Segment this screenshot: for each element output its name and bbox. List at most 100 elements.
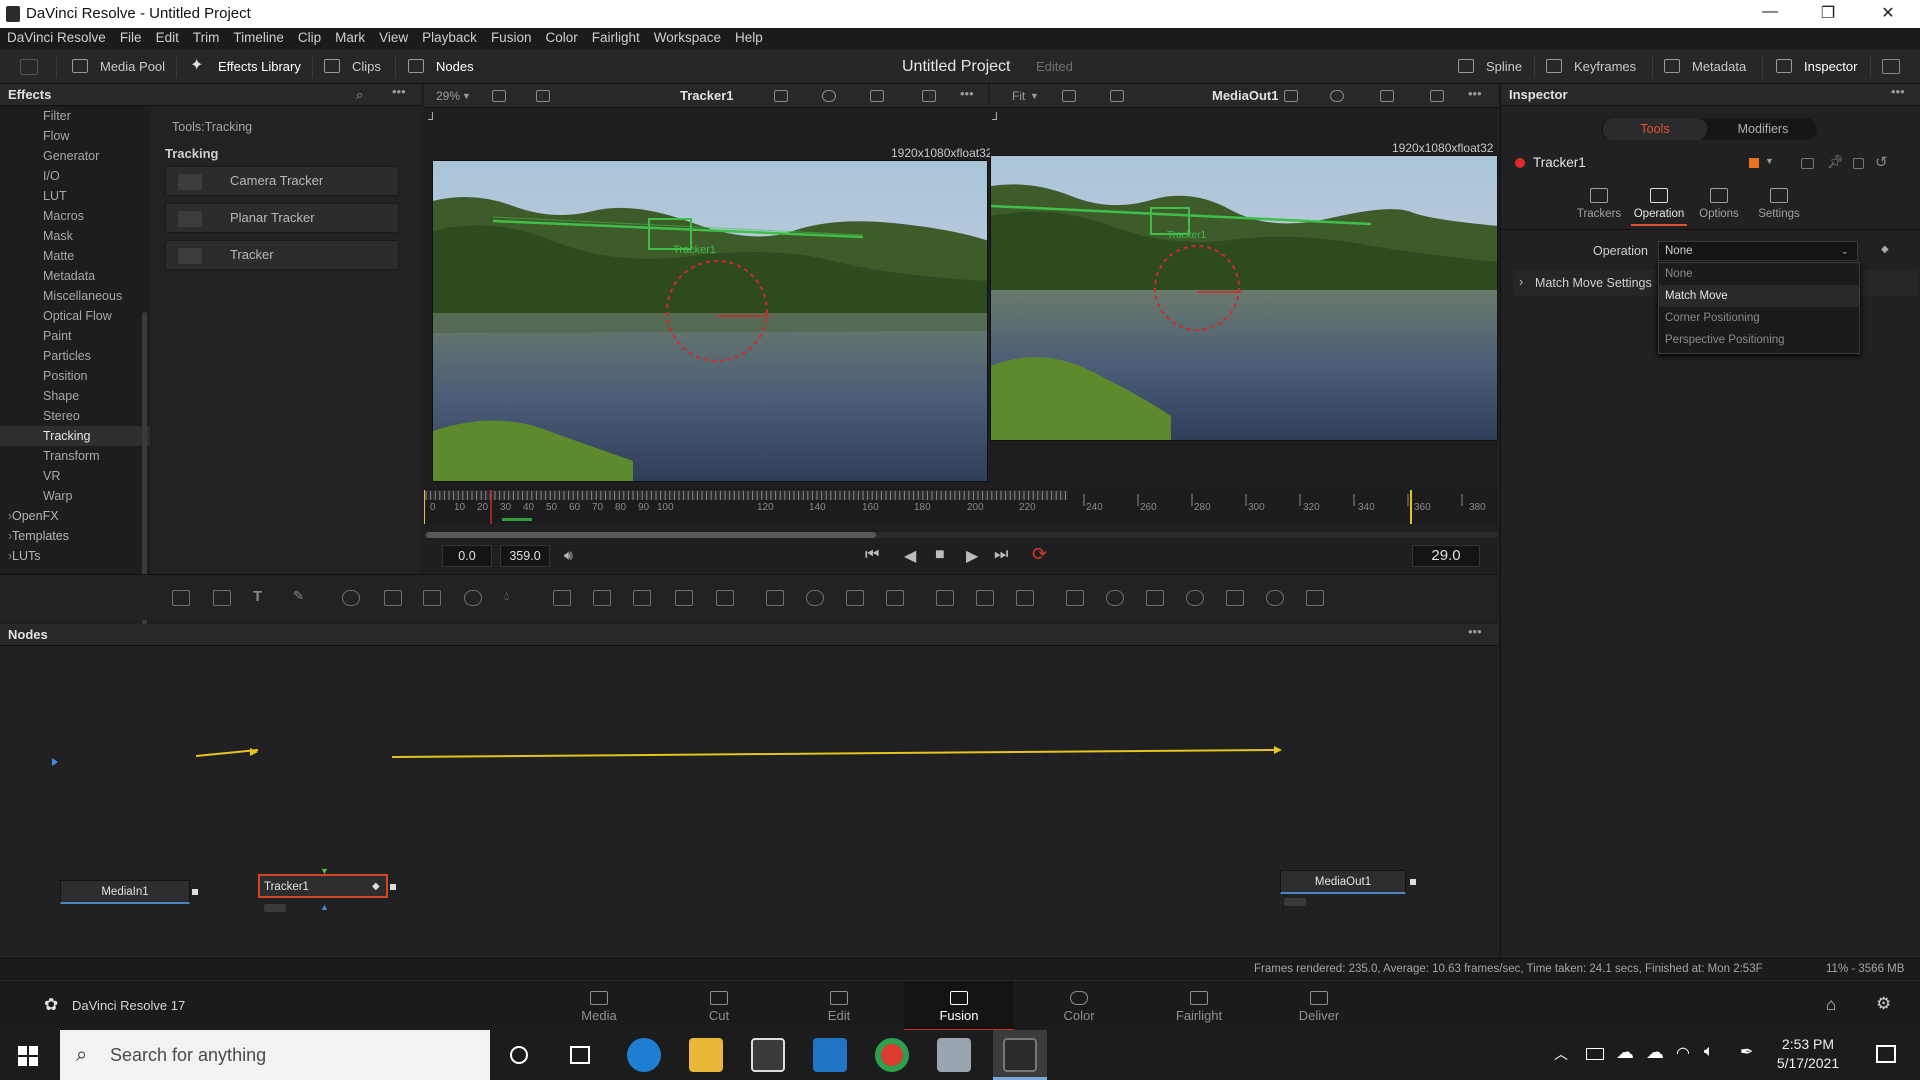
- pen-icon[interactable]: ✒: [1740, 1042, 1753, 1062]
- subtab-operation[interactable]: Operation: [1631, 188, 1687, 226]
- node-tracker[interactable]: Tracker1 ◆: [258, 874, 388, 898]
- category-io[interactable]: I/O: [0, 166, 150, 186]
- pin-icon[interactable]: 📌︎: [1827, 154, 1844, 170]
- versions-icon[interactable]: [1801, 158, 1814, 169]
- app-icon[interactable]: [937, 1038, 971, 1072]
- drop-icon[interactable]: 💧︎: [504, 588, 522, 604]
- ellipse-mask-icon[interactable]: [806, 590, 824, 606]
- particle-style-icon[interactable]: [1016, 590, 1034, 606]
- menu-davinci[interactable]: DaVinci Resolve: [0, 28, 113, 45]
- category-miscellaneous[interactable]: Miscellaneous: [0, 286, 150, 306]
- wifi-icon[interactable]: ◠: [1676, 1043, 1690, 1063]
- tool-tracker[interactable]: Tracker: [165, 240, 399, 270]
- more-options-icon[interactable]: •••: [1891, 81, 1905, 103]
- render-3d-icon[interactable]: [1266, 590, 1284, 606]
- page-cut[interactable]: Cut: [664, 981, 774, 1031]
- close-icon[interactable]: ✕: [1868, 3, 1908, 23]
- text-3d-icon[interactable]: [1146, 590, 1164, 606]
- brightness-icon[interactable]: [464, 590, 482, 606]
- roi-icon[interactable]: [774, 90, 788, 102]
- menu-playback[interactable]: Playback: [415, 28, 484, 45]
- page-deliver[interactable]: Deliver: [1264, 981, 1374, 1031]
- category-generator[interactable]: Generator: [0, 146, 150, 166]
- menu-color[interactable]: Color: [538, 28, 584, 45]
- taskbar-clock[interactable]: 2:53 PM 5/17/2021: [1768, 1036, 1848, 1071]
- file-explorer-icon[interactable]: [689, 1038, 723, 1072]
- roi-icon[interactable]: [1284, 90, 1298, 102]
- camera-3d-icon[interactable]: [1106, 590, 1124, 606]
- menu-help[interactable]: Help: [728, 28, 770, 45]
- scrollbar-thumb[interactable]: [426, 532, 876, 538]
- chevron-down-icon[interactable]: ▼: [1765, 156, 1774, 166]
- start-frame-field[interactable]: 0.0: [442, 545, 492, 567]
- color-corrector-icon[interactable]: [423, 590, 441, 606]
- page-fairlight[interactable]: Fairlight: [1144, 981, 1254, 1031]
- rectangle-mask-icon[interactable]: [766, 590, 784, 606]
- effects-library-button[interactable]: ✦ Effects Library: [184, 50, 301, 84]
- particle-emitter-icon[interactable]: [936, 590, 954, 606]
- grid-icon[interactable]: [870, 90, 884, 102]
- task-view-icon[interactable]: [570, 1046, 590, 1064]
- mask-input-icon[interactable]: ▼: [320, 866, 329, 876]
- menu-file[interactable]: File: [113, 28, 149, 45]
- layout-icon[interactable]: [1062, 90, 1076, 102]
- chevron-down-icon[interactable]: ▼: [462, 91, 471, 101]
- home-icon[interactable]: ⌂: [1826, 995, 1836, 1015]
- polygon-mask-icon[interactable]: [846, 590, 864, 606]
- category-position[interactable]: Position: [0, 366, 150, 386]
- view-icon[interactable]: [1110, 90, 1124, 102]
- category-transform[interactable]: Transform: [0, 446, 150, 466]
- guides-icon[interactable]: [922, 90, 936, 102]
- node-enable-dot[interactable]: [1515, 158, 1525, 168]
- node-color-swatch[interactable]: [1749, 158, 1759, 168]
- menu-clip[interactable]: Clip: [291, 28, 328, 45]
- menu-timeline[interactable]: Timeline: [226, 28, 291, 45]
- category-paint[interactable]: Paint: [0, 326, 150, 346]
- edge-icon[interactable]: [627, 1038, 661, 1072]
- tool-camera-tracker[interactable]: Camera Tracker: [165, 166, 399, 196]
- timeline-scrollbar[interactable]: [424, 532, 1498, 542]
- cloud-upload-icon[interactable]: ☁: [1616, 1042, 1634, 1063]
- page-color[interactable]: Color: [1024, 981, 1134, 1031]
- paint-icon[interactable]: ✎: [293, 588, 311, 604]
- page-fusion[interactable]: Fusion: [904, 981, 1014, 1031]
- viewer-right[interactable]: ┘ 1920x1080xfloat32 Tracker1: [990, 108, 1498, 488]
- subtab-trackers[interactable]: Trackers: [1571, 188, 1627, 220]
- matte-control-icon[interactable]: [633, 590, 651, 606]
- color-icon[interactable]: [1330, 90, 1344, 102]
- view-icon[interactable]: [536, 90, 550, 102]
- chevron-down-icon[interactable]: ▼: [1030, 91, 1039, 101]
- metadata-button[interactable]: Metadata: [1658, 50, 1746, 84]
- viewer-left[interactable]: ┘ 1920x1080xfloat32 Tracker1: [424, 108, 992, 488]
- renderer-icon[interactable]: [1306, 590, 1324, 606]
- cortana-icon[interactable]: [510, 1046, 528, 1064]
- fullscreen-icon[interactable]: [1882, 59, 1900, 74]
- particles-icon[interactable]: [342, 590, 360, 606]
- menu-mark[interactable]: Mark: [328, 28, 372, 45]
- minimize-icon[interactable]: —: [1750, 3, 1790, 21]
- go-to-end-icon[interactable]: ⏭︎: [994, 546, 1008, 564]
- timeline-ruler[interactable]: 0 10 20 30 40 50 60 70 80 90 100 120 140…: [424, 488, 1498, 524]
- menu-view[interactable]: View: [372, 28, 415, 45]
- category-macros[interactable]: Macros: [0, 206, 150, 226]
- group-templates[interactable]: Templates: [0, 526, 150, 546]
- guides-icon[interactable]: [1430, 90, 1444, 102]
- restore-icon[interactable]: ❐: [1808, 3, 1848, 23]
- nodes-button[interactable]: Nodes: [402, 50, 474, 84]
- bspline-mask-icon[interactable]: [886, 590, 904, 606]
- blur-icon[interactable]: [384, 590, 402, 606]
- inspector-button[interactable]: Inspector: [1770, 50, 1857, 84]
- reset-icon[interactable]: ↺: [1875, 153, 1888, 171]
- current-frame-field[interactable]: 29.0: [1412, 545, 1480, 567]
- category-mask[interactable]: Mask: [0, 226, 150, 246]
- more-options-icon[interactable]: •••: [1468, 621, 1482, 643]
- volume-icon[interactable]: 🔈︎: [1704, 1043, 1714, 1061]
- light-icon[interactable]: [1186, 590, 1204, 606]
- category-matte[interactable]: Matte: [0, 246, 150, 266]
- background-icon[interactable]: [172, 590, 190, 606]
- category-warp[interactable]: Warp: [0, 486, 150, 506]
- play-icon[interactable]: ▶︎: [966, 546, 978, 566]
- store-icon[interactable]: [751, 1038, 785, 1072]
- group-luts[interactable]: LUTs: [0, 546, 150, 566]
- more-options-icon[interactable]: •••: [960, 86, 974, 101]
